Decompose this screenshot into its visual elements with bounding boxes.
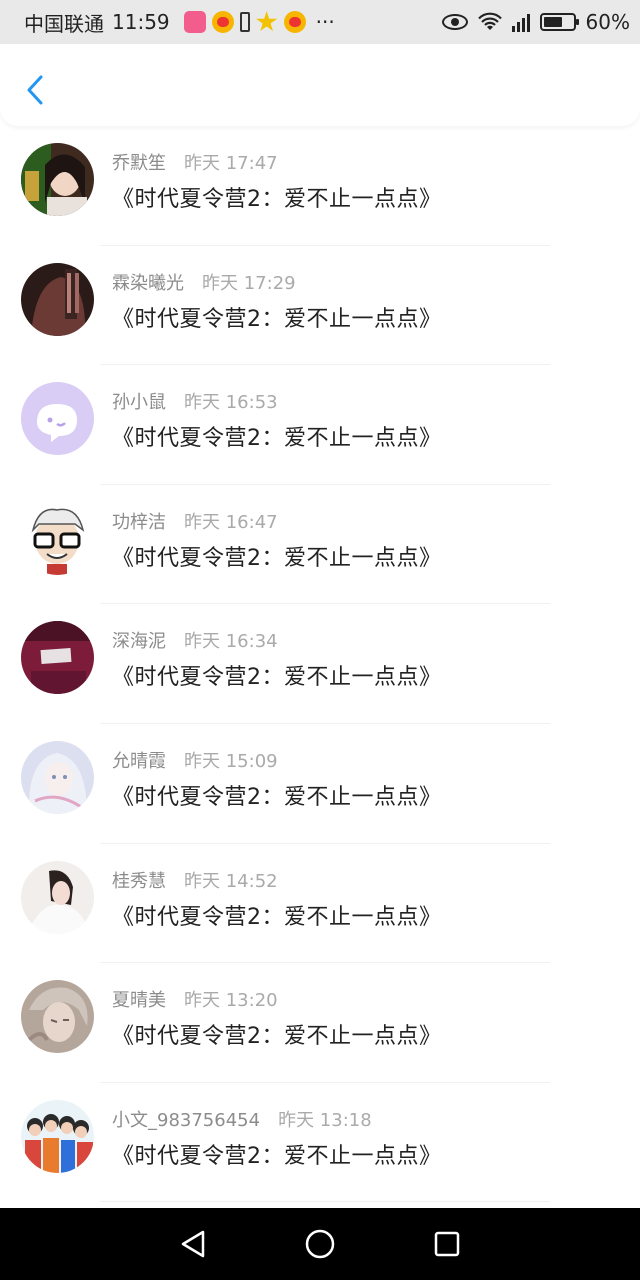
message-time: 昨天 16:34 (184, 631, 278, 653)
message-text[interactable]: 《时代夏令营2：爱不止一点点》 (112, 899, 442, 931)
status-right: 60% (441, 10, 630, 34)
message-text[interactable]: 《时代夏令营2：爱不止一点点》 (112, 779, 442, 811)
message-meta: 夏晴美 昨天 13:20 (112, 986, 278, 1012)
nav-recents-button[interactable] (427, 1224, 467, 1264)
message-time: 昨天 13:18 (278, 1109, 372, 1131)
message-meta: 孙小鼠 昨天 16:53 (112, 388, 278, 414)
app-header (0, 44, 640, 126)
message-text[interactable]: 《时代夏令营2：爱不止一点点》 (112, 540, 442, 572)
avatar[interactable] (21, 262, 94, 336)
cell-signal-icon (511, 12, 530, 32)
message-time: 昨天 17:47 (184, 153, 278, 174)
message-meta: 桂秀慧 昨天 14:52 (112, 867, 278, 893)
bilibili-app-icon (183, 11, 206, 33)
sender-name[interactable]: 深海泥 (112, 627, 166, 653)
list-item[interactable]: 小文_983756454 昨天 13:18 《时代夏令营2：爱不止一点点》 (0, 1083, 640, 1203)
triangle-back-icon (182, 1230, 205, 1258)
weibo-app-icon (211, 11, 234, 33)
star-app-icon (256, 11, 278, 32)
message-time: 昨天 16:53 (184, 392, 278, 414)
message-time: 昨天 13:20 (184, 990, 278, 1012)
message-text[interactable]: 《时代夏令营2：爱不止一点点》 (112, 301, 442, 333)
message-meta: 乔默笙 昨天 17:47 (112, 149, 278, 175)
avatar[interactable] (21, 501, 94, 575)
battery-percent: 60% (585, 10, 630, 34)
sender-name[interactable]: 霖染曦光 (112, 269, 184, 295)
sender-name[interactable]: 功梓洁 (112, 508, 166, 534)
status-left: 中国联通 11:59 ··· (24, 8, 335, 37)
status-bar: 中国联通 11:59 ··· 60% (0, 0, 640, 44)
message-time: 昨天 14:52 (184, 870, 278, 892)
message-meta: 深海泥 昨天 16:34 (112, 627, 278, 653)
divider (100, 1201, 550, 1203)
message-text[interactable]: 《时代夏令营2：爱不止一点点》 (112, 1018, 442, 1050)
message-text[interactable]: 《时代夏令营2：爱不止一点点》 (112, 181, 442, 213)
list-item[interactable]: 霖染曦光 昨天 17:29 《时代夏令营2：爱不止一点点》 (0, 246, 640, 366)
message-text[interactable]: 《时代夏令营2：爱不止一点点》 (112, 659, 442, 691)
avatar[interactable] (21, 621, 94, 695)
square-recents-icon (434, 1231, 459, 1257)
avatar[interactable] (21, 143, 94, 216)
avatar[interactable] (21, 860, 94, 934)
circle-home-icon (305, 1229, 335, 1259)
chevron-left-icon (27, 75, 43, 105)
sender-name[interactable]: 孙小鼠 (112, 388, 166, 414)
sender-name[interactable]: 桂秀慧 (112, 867, 166, 893)
weibo-app-icon-2 (283, 11, 306, 33)
list-item[interactable]: 深海泥 昨天 16:34 《时代夏令营2：爱不止一点点》 (0, 604, 640, 724)
more-notifications-icon: ··· (315, 10, 335, 34)
list-item[interactable]: 允晴霞 昨天 15:09 《时代夏令营2：爱不止一点点》 (0, 724, 640, 844)
sender-name[interactable]: 夏晴美 (112, 986, 166, 1012)
sender-name[interactable]: 小文_983756454 (112, 1106, 260, 1132)
eye-comfort-icon (441, 14, 468, 30)
nav-back-button[interactable] (173, 1224, 213, 1264)
system-nav-bar (0, 1208, 640, 1280)
message-meta: 功梓洁 昨天 16:47 (112, 508, 278, 534)
avatar[interactable] (21, 740, 94, 814)
message-meta: 霖染曦光 昨天 17:29 (112, 269, 296, 295)
list-item[interactable]: 功梓洁 昨天 16:47 《时代夏令营2：爱不止一点点》 (0, 485, 640, 605)
message-meta: 小文_983756454 昨天 13:18 (112, 1106, 372, 1132)
wifi-icon (477, 12, 502, 30)
message-time: 昨天 16:47 (184, 511, 278, 533)
message-list: 乔默笙 昨天 17:47 《时代夏令营2：爱不止一点点》 霖染曦光 昨天 17:… (0, 126, 640, 1203)
avatar[interactable] (21, 382, 94, 456)
back-button[interactable] (20, 72, 50, 108)
notification-icons: ··· (183, 10, 335, 34)
sender-name[interactable]: 允晴霞 (112, 747, 166, 773)
message-text[interactable]: 《时代夏令营2：爱不止一点点》 (112, 1138, 442, 1170)
message-time: 昨天 17:29 (202, 272, 296, 294)
message-meta: 允晴霞 昨天 15:09 (112, 747, 278, 773)
message-text[interactable]: 《时代夏令营2：爱不止一点点》 (112, 420, 442, 452)
list-item[interactable]: 乔默笙 昨天 17:47 《时代夏令营2：爱不止一点点》 (0, 126, 640, 246)
avatar[interactable] (21, 980, 94, 1054)
carrier-label: 中国联通 (24, 11, 104, 36)
avatar[interactable] (21, 1099, 94, 1173)
sender-name[interactable]: 乔默笙 (112, 149, 166, 175)
list-item[interactable]: 孙小鼠 昨天 16:53 《时代夏令营2：爱不止一点点》 (0, 365, 640, 485)
message-time: 昨天 15:09 (184, 750, 278, 772)
list-item[interactable]: 夏晴美 昨天 13:20 《时代夏令营2：爱不止一点点》 (0, 963, 640, 1083)
clock: 11:59 (112, 10, 170, 34)
battery-icon (539, 13, 579, 31)
battery-alert-icon (239, 12, 250, 32)
nav-home-button[interactable] (300, 1224, 340, 1264)
list-item[interactable]: 桂秀慧 昨天 14:52 《时代夏令营2：爱不止一点点》 (0, 844, 640, 964)
